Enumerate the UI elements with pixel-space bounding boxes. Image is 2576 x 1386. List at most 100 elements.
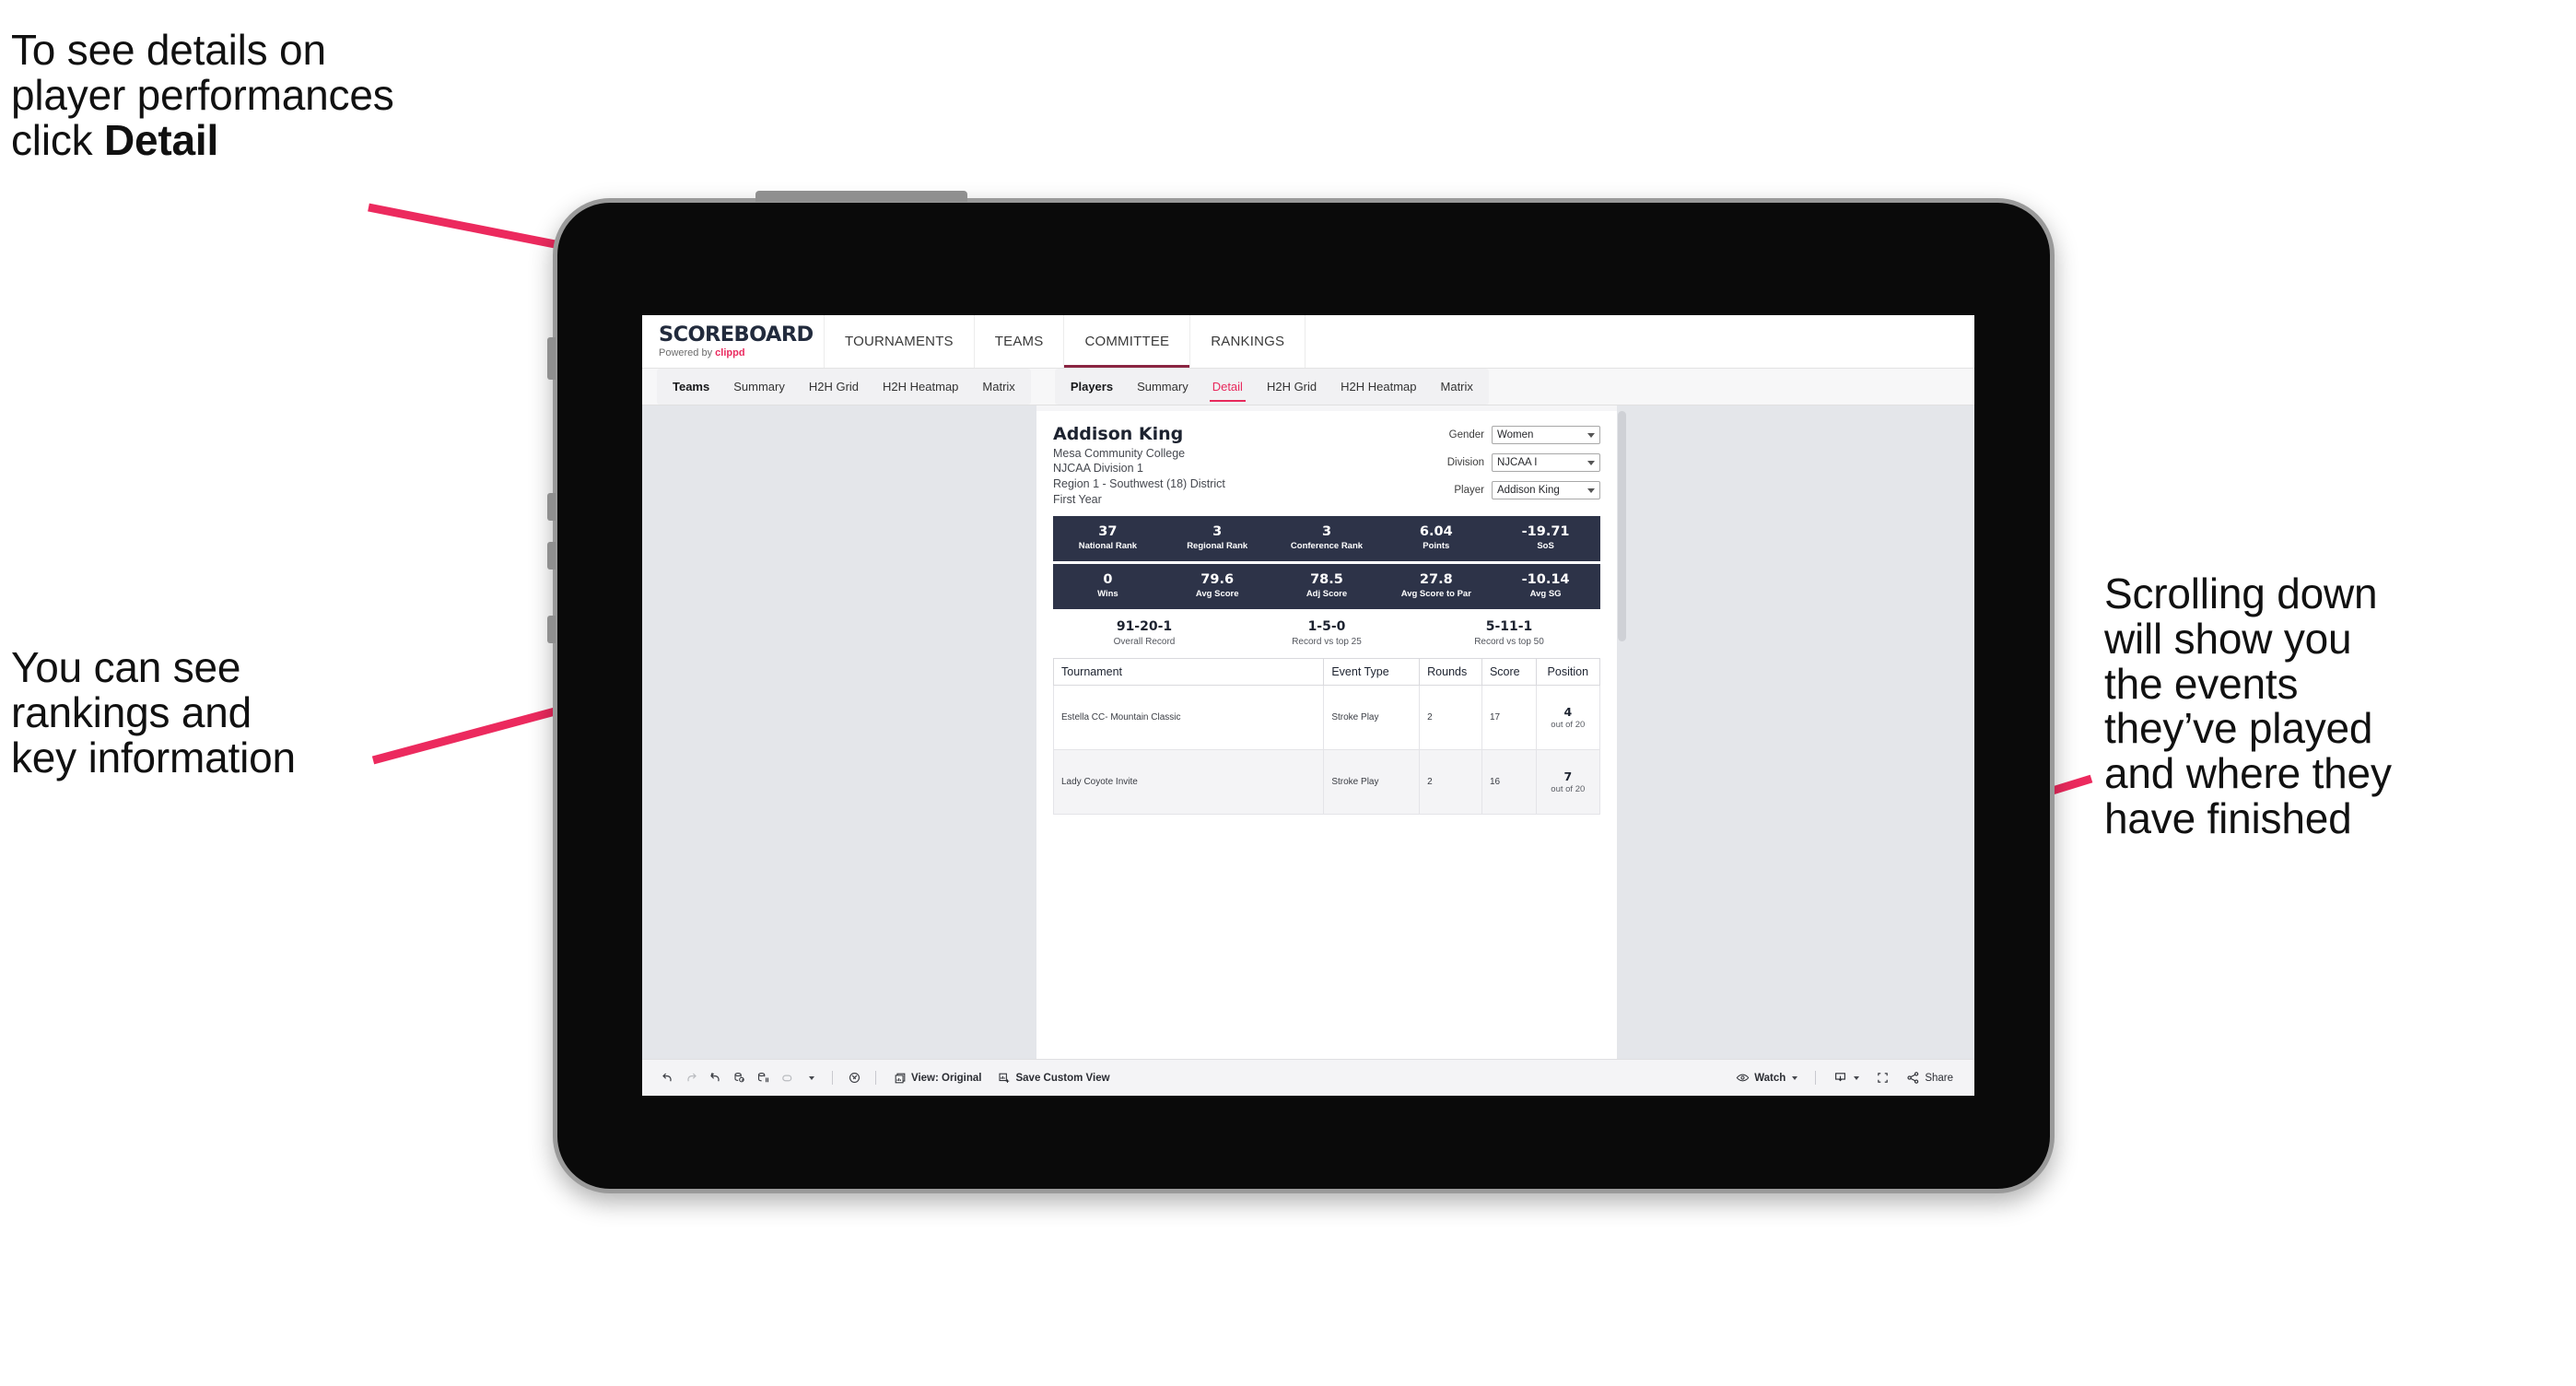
stat-sos: -19.71 SoS: [1491, 524, 1600, 552]
stat-avg-sg-value: -10.14: [1521, 572, 1570, 588]
filter-division-label: Division: [1446, 457, 1484, 468]
stat-wins: 0 Wins: [1053, 572, 1163, 600]
pause-dropdown-caret-icon[interactable]: [799, 1075, 823, 1080]
players-tab-group: Players Summary Detail H2H Grid H2H Heat…: [1054, 369, 1489, 405]
refresh-data-icon[interactable]: [727, 1071, 751, 1085]
filter-player-select[interactable]: Addison King: [1492, 481, 1600, 499]
download-button[interactable]: [1825, 1071, 1868, 1085]
column-header-position[interactable]: Position: [1535, 657, 1601, 686]
pause-updates-icon[interactable]: [751, 1071, 775, 1085]
stat-national-rank: 37 National Rank: [1053, 524, 1163, 552]
eye-icon: [1736, 1074, 1750, 1082]
record-vs-top-50-label: Record vs top 50: [1474, 636, 1544, 647]
annotation-bottom-left: You can see rankings and key information: [11, 643, 296, 781]
vertical-scrollbar[interactable]: [1618, 411, 1626, 641]
events-table-header-row: Tournament Event Type Rounds Score Posit…: [1052, 657, 1601, 686]
tablet-device-frame: SCOREBOARD Powered by clippd TOURNAMENTS…: [547, 191, 2055, 1193]
player-division: NJCAA Division 1: [1053, 462, 1143, 476]
column-header-score[interactable]: Score: [1481, 657, 1537, 686]
share-icon: [1907, 1072, 1919, 1084]
player-header: Addison King Mesa Community College NJCA…: [1053, 424, 1600, 509]
stat-avg-score: 79.6 Avg Score: [1163, 572, 1272, 600]
download-icon: [1835, 1073, 1846, 1082]
cell-score: 17: [1481, 684, 1537, 750]
top-nav-rankings[interactable]: RANKINGS: [1190, 315, 1306, 368]
tablet-side-button-volume-up: [547, 493, 556, 521]
pause-dropdown-icon[interactable]: [775, 1071, 799, 1085]
save-custom-view-button[interactable]: Save Custom View: [989, 1072, 1118, 1085]
stat-conference-rank-label: Conference Rank: [1290, 541, 1364, 552]
player-school: Mesa Community College: [1053, 446, 1186, 460]
redo-icon[interactable]: [679, 1071, 703, 1085]
stat-sos-value: -19.71: [1521, 524, 1570, 540]
highlight-icon[interactable]: [842, 1071, 866, 1085]
app-sub-navigation: Teams Summary H2H Grid H2H Heatmap Matri…: [642, 369, 1974, 405]
tab-players-detail[interactable]: Detail: [1200, 369, 1255, 405]
tab-players-matrix[interactable]: Matrix: [1429, 369, 1485, 405]
top-nav-tournaments[interactable]: TOURNAMENTS: [825, 315, 975, 368]
stat-wins-value: 0: [1103, 572, 1113, 588]
stat-national-rank-value: 37: [1098, 524, 1118, 540]
cell-position-subtext: out of 20: [1551, 783, 1586, 794]
top-nav-rankings-label: RANKINGS: [1211, 334, 1285, 349]
column-header-event-type[interactable]: Event Type: [1323, 657, 1421, 686]
filter-player-value: Addison King: [1497, 485, 1560, 496]
view-icon: [895, 1073, 906, 1083]
watch-label: Watch: [1754, 1072, 1786, 1084]
revert-icon[interactable]: [703, 1071, 727, 1085]
stat-adj-score-value: 78.5: [1310, 572, 1343, 588]
record-overall-value: 91-20-1: [1116, 619, 1173, 634]
view-original-label: View: Original: [911, 1072, 982, 1084]
toolbar-divider: [832, 1071, 833, 1085]
tab-teams-matrix[interactable]: Matrix: [970, 369, 1026, 405]
player-region: Region 1 - Southwest (18) District: [1053, 477, 1225, 490]
tab-teams-h2h-grid[interactable]: H2H Grid: [797, 369, 871, 405]
stat-adj-score-label: Adj Score: [1306, 589, 1348, 600]
watch-button[interactable]: Watch: [1727, 1071, 1806, 1085]
table-row[interactable]: Lady Coyote Invite Stroke Play 2 16 7 ou…: [1052, 748, 1601, 815]
stat-adj-score: 78.5 Adj Score: [1272, 572, 1382, 600]
share-button[interactable]: Share: [1898, 1071, 1961, 1085]
cell-tournament: Lady Coyote Invite: [1052, 748, 1325, 815]
slide-canvas: To see details on player performances cl…: [0, 0, 2576, 1386]
save-custom-view-label: Save Custom View: [1015, 1072, 1110, 1084]
tab-teams-summary[interactable]: Summary: [721, 369, 797, 405]
filter-division-select[interactable]: NJCAA I: [1492, 453, 1600, 472]
cell-position: 7 out of 20: [1535, 748, 1601, 815]
player-detail-sheet: Addison King Mesa Community College NJCA…: [1036, 405, 1626, 1059]
tab-players-summary[interactable]: Summary: [1125, 369, 1200, 405]
tab-players-h2h-heatmap[interactable]: H2H Heatmap: [1329, 369, 1428, 405]
top-nav-committee-label: COMMITTEE: [1084, 334, 1170, 349]
stat-national-rank-label: National Rank: [1078, 541, 1138, 552]
record-overall: 91-20-1 Overall Record: [1053, 619, 1235, 647]
fullscreen-icon: [1878, 1073, 1889, 1083]
filter-gender-label: Gender: [1448, 429, 1484, 440]
table-row[interactable]: Estella CC- Mountain Classic Stroke Play…: [1052, 684, 1601, 750]
filter-player: Player Addison King: [1447, 481, 1600, 499]
undo-icon[interactable]: [655, 1071, 679, 1085]
dashboard-canvas: Addison King Mesa Community College NJCA…: [642, 405, 1974, 1059]
top-nav-committee[interactable]: COMMITTEE: [1064, 315, 1191, 368]
cell-tournament: Estella CC- Mountain Classic: [1052, 684, 1325, 750]
player-year: First Year: [1053, 492, 1102, 506]
chevron-down-icon: [1792, 1075, 1798, 1080]
tab-players-h2h-grid[interactable]: H2H Grid: [1255, 369, 1329, 405]
column-header-rounds[interactable]: Rounds: [1419, 657, 1482, 686]
events-table-head: Tournament Event Type Rounds Score Posit…: [1052, 657, 1601, 686]
filter-gender-select[interactable]: Women: [1492, 426, 1600, 444]
brand-logo[interactable]: SCOREBOARD Powered by clippd: [642, 315, 825, 368]
fullscreen-button[interactable]: [1868, 1071, 1898, 1085]
view-original-button[interactable]: View: Original: [885, 1072, 989, 1085]
cell-position-value: 7: [1563, 769, 1573, 783]
cell-score: 16: [1481, 748, 1537, 815]
annotation-top-left-bold: Detail: [104, 115, 219, 164]
cell-position-value: 4: [1563, 704, 1573, 719]
top-nav-teams[interactable]: TEAMS: [975, 315, 1065, 368]
top-nav-tournaments-label: TOURNAMENTS: [845, 334, 954, 349]
column-header-tournament[interactable]: Tournament: [1052, 657, 1325, 686]
tablet-side-button-volume-down: [547, 542, 556, 570]
record-vs-top-50: 5-11-1 Record vs top 50: [1418, 619, 1600, 647]
tab-teams-h2h-heatmap[interactable]: H2H Heatmap: [871, 369, 970, 405]
chevron-down-icon: [1854, 1075, 1860, 1080]
teams-tab-group: Teams Summary H2H Grid H2H Heatmap Matri…: [657, 369, 1031, 405]
